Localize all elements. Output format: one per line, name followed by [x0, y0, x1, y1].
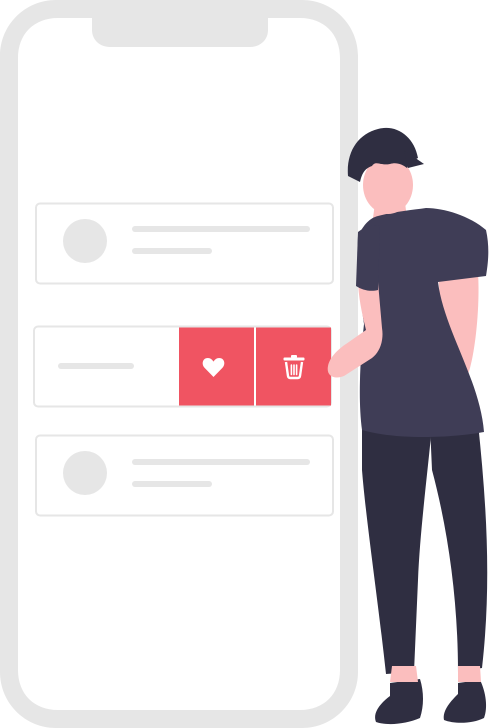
text-line-placeholder: [132, 459, 310, 465]
trash-handle: [291, 355, 297, 358]
trash-slats: [290, 364, 298, 376]
illustration: [0, 0, 495, 728]
person-leg-front: [362, 425, 432, 674]
trash-icon: [283, 355, 305, 380]
person-shoe-front: [375, 679, 423, 725]
text-line-placeholder: [132, 481, 212, 487]
text-line-placeholder: [132, 226, 310, 232]
text-line-placeholder: [58, 363, 134, 369]
phone-notch: [92, 14, 268, 47]
person-sleeve: [356, 225, 380, 291]
avatar-placeholder: [63, 219, 107, 263]
person-ankle: [458, 666, 481, 682]
scene: [0, 0, 489, 728]
person-leg-back: [430, 423, 488, 672]
list-card-1: [35, 202, 334, 285]
delete-action-button: [256, 327, 331, 406]
person-ankle: [390, 666, 418, 682]
list-card-2: [33, 325, 332, 408]
like-action-button: [179, 327, 254, 406]
text-line-placeholder: [132, 248, 212, 254]
avatar-placeholder: [63, 451, 107, 495]
list-card-3: [35, 434, 334, 517]
person-shoe-back: [443, 680, 487, 723]
